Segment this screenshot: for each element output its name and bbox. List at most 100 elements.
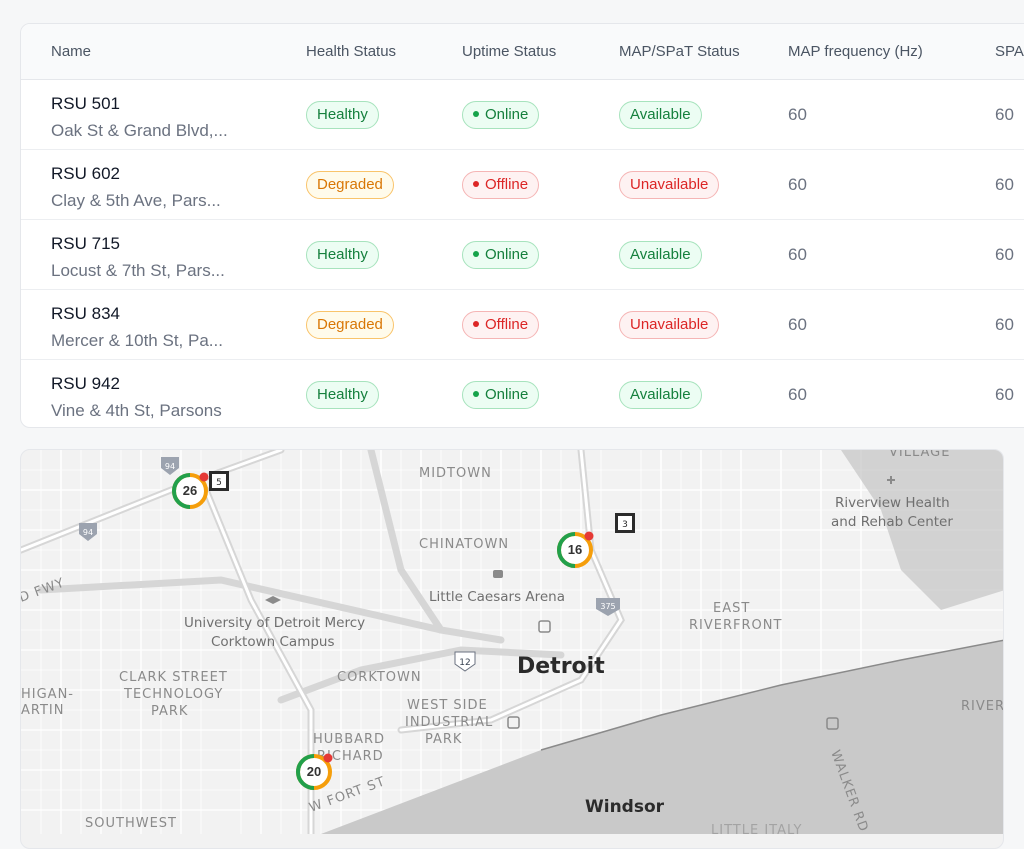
shield-us12: 12 — [454, 651, 476, 672]
uptime-badge: Online — [462, 381, 540, 409]
table-row[interactable]: RSU 715 Locust & 7th St, Pars... Healthy… — [21, 220, 1024, 290]
map-frequency: 60 — [788, 385, 807, 404]
status-dot-icon — [473, 251, 479, 258]
rsu-name-cell: RSU 834 Mercer & 10th St, Pa... — [51, 303, 223, 352]
label-martin: ARTIN — [21, 703, 64, 718]
label-midtown: MIDTOWN — [419, 466, 492, 481]
rsu-name: RSU 715 — [51, 234, 120, 253]
mapspat-badge: Available — [619, 101, 702, 129]
map-frequency: 60 — [788, 175, 807, 194]
uptime-label: Offline — [485, 316, 529, 333]
label-village: VILLAGE — [889, 450, 950, 460]
health-badge: Degraded — [306, 171, 394, 199]
label-chinatown: CHINATOWN — [419, 537, 509, 552]
svg-text:5: 5 — [216, 478, 222, 488]
uptime-label: Online — [485, 106, 529, 123]
shield-route-3: 3 — [615, 513, 635, 533]
city-detroit: Detroit — [517, 654, 605, 679]
map-canvas[interactable]: MIDTOWN CHINATOWN VILLAGE EAST RIVERFRON… — [21, 450, 1004, 834]
shield-route-5: 5 — [209, 471, 229, 491]
rsu-name: RSU 942 — [51, 374, 120, 393]
label-corktown: CORKTOWN — [337, 670, 422, 685]
cluster-count: 16 — [567, 542, 583, 557]
label-fwy: D FWY — [21, 575, 67, 605]
map-frequency: 60 — [788, 105, 807, 124]
header-map-frequency[interactable]: MAP frequency (Hz) — [788, 24, 923, 80]
poi-riverview-1: Riverview Health — [835, 495, 950, 511]
status-dot-icon — [473, 321, 479, 328]
header-health-status[interactable]: Health Status — [306, 24, 396, 80]
label-little-italy: LITTLE ITALY — [711, 823, 802, 834]
label-michigan: HIGAN- — [21, 687, 74, 702]
transit-icon-2 — [507, 716, 520, 729]
svg-text:375: 375 — [600, 602, 615, 611]
header-name[interactable]: Name — [51, 24, 91, 80]
cluster-count: 26 — [182, 483, 198, 498]
label-east: EAST — [713, 601, 750, 616]
header-uptime-status[interactable]: Uptime Status — [462, 24, 556, 80]
poi-arena: Little Caesars Arena — [429, 589, 565, 605]
rsu-name-cell: RSU 715 Locust & 7th St, Pars... — [51, 233, 225, 282]
label-industrial: INDUSTRIAL — [405, 715, 493, 730]
rsu-address: Vine & 4th St, Parsons — [51, 401, 222, 420]
cluster-count: 20 — [306, 764, 322, 779]
status-dot-icon — [473, 111, 479, 118]
uptime-badge: Offline — [462, 311, 540, 339]
rsu-address: Locust & 7th St, Pars... — [51, 261, 225, 280]
svg-text:94: 94 — [83, 528, 93, 537]
spat-frequency: 60 — [995, 315, 1014, 334]
spat-frequency: 60 — [995, 385, 1014, 404]
table-row[interactable]: RSU 942 Vine & 4th St, Parsons Healthy O… — [21, 360, 1024, 427]
label-park-2: PARK — [425, 732, 462, 747]
health-badge: Healthy — [306, 101, 379, 129]
table-row[interactable]: RSU 501 Oak St & Grand Blvd,... Healthy … — [21, 80, 1024, 150]
header-mapspat-status[interactable]: MAP/SPaT Status — [619, 24, 740, 80]
health-badge: Healthy — [306, 381, 379, 409]
svg-text:94: 94 — [165, 462, 175, 471]
status-dot-icon — [473, 391, 479, 398]
uptime-badge: Online — [462, 241, 540, 269]
label-riverfront: RIVERFRONT — [689, 618, 782, 633]
poi-udm-1: University of Detroit Mercy — [184, 615, 365, 631]
poi-udm-2: Corktown Campus — [211, 634, 335, 650]
rsu-map[interactable]: MIDTOWN CHINATOWN VILLAGE EAST RIVERFRON… — [20, 449, 1004, 849]
cluster-marker[interactable]: 20 — [294, 752, 334, 792]
spat-frequency: 60 — [995, 105, 1014, 124]
label-west-side: WEST SIDE — [407, 698, 488, 713]
uptime-badge: Offline — [462, 171, 540, 199]
rsu-table: Name Health Status Uptime Status MAP/SPa… — [20, 23, 1024, 428]
school-icon — [265, 596, 281, 604]
city-windsor: Windsor — [585, 797, 665, 817]
table-row[interactable]: RSU 834 Mercer & 10th St, Pa... Degraded… — [21, 290, 1024, 360]
label-park: PARK — [151, 704, 188, 719]
rsu-name-cell: RSU 501 Oak St & Grand Blvd,... — [51, 93, 228, 142]
svg-text:3: 3 — [622, 520, 628, 530]
label-hubbard: HUBBARD — [313, 732, 385, 747]
rsu-name-cell: RSU 942 Vine & 4th St, Parsons — [51, 373, 222, 422]
table-row[interactable]: RSU 602 Clay & 5th Ave, Pars... Degraded… — [21, 150, 1024, 220]
label-river: RIVER — [961, 699, 1004, 714]
map-frequency: 60 — [788, 315, 807, 334]
shield-i94-b: 94 — [79, 523, 97, 541]
cluster-marker[interactable]: 16 — [555, 530, 595, 570]
map-frequency: 60 — [788, 245, 807, 264]
uptime-badge: Online — [462, 101, 540, 129]
table-header: Name Health Status Uptime Status MAP/SPa… — [21, 24, 1024, 80]
cluster-marker[interactable]: 26 — [170, 471, 210, 511]
health-badge: Healthy — [306, 241, 379, 269]
poi-riverview-2: and Rehab Center — [831, 514, 953, 530]
uptime-label: Online — [485, 246, 529, 263]
rsu-address: Oak St & Grand Blvd,... — [51, 121, 228, 140]
mapspat-badge: Available — [619, 241, 702, 269]
rsu-name: RSU 834 — [51, 304, 120, 323]
health-badge: Degraded — [306, 311, 394, 339]
svg-text:12: 12 — [459, 658, 470, 668]
rsu-name: RSU 602 — [51, 164, 120, 183]
label-technology: TECHNOLOGY — [123, 687, 223, 702]
mapspat-badge: Unavailable — [619, 171, 720, 199]
mapspat-badge: Unavailable — [619, 311, 720, 339]
label-clark-street: CLARK STREET — [119, 670, 228, 685]
header-spat-frequency[interactable]: SPA — [995, 24, 1024, 80]
uptime-label: Online — [485, 386, 529, 403]
uptime-label: Offline — [485, 176, 529, 193]
